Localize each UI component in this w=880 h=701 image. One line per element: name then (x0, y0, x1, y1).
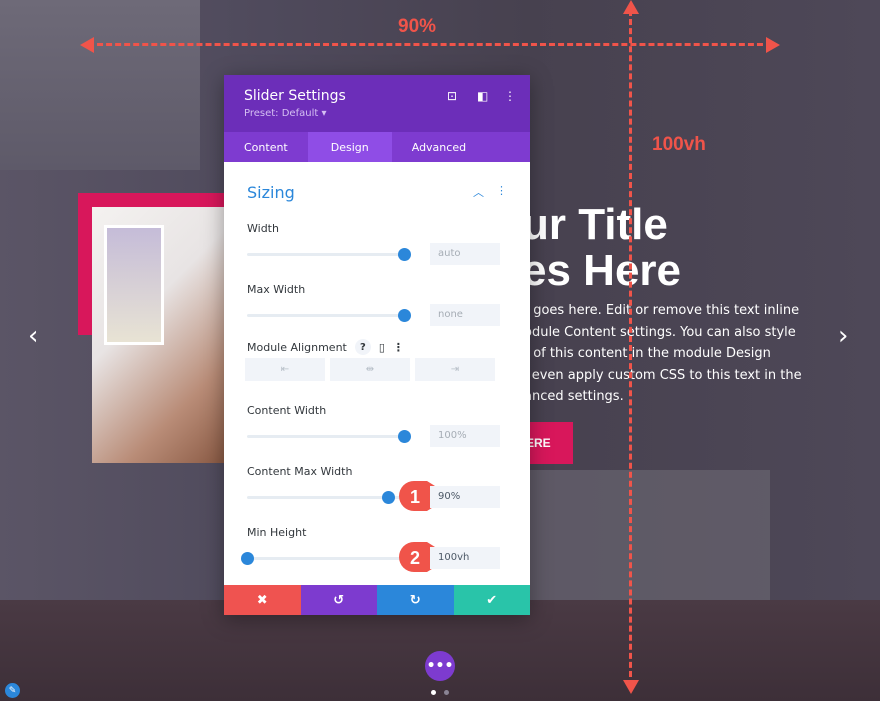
slide-image (92, 207, 224, 463)
cancel-button[interactable]: ✖ (224, 585, 301, 615)
slide-title: ur Title es Here (522, 200, 682, 295)
field-label: Content Width (247, 404, 327, 417)
value-input[interactable]: none (430, 304, 500, 326)
edit-icon[interactable]: ✎ (5, 683, 20, 698)
field-label: Width (247, 222, 279, 235)
field-label: Content Max Width (247, 465, 353, 478)
slider-handle[interactable] (398, 430, 411, 443)
pagination-dot-active[interactable] (431, 690, 436, 695)
more-options-icon[interactable]: ⋮ (504, 89, 516, 103)
width-dimension-label: 90% (398, 16, 437, 37)
redo-button[interactable]: ↻ (377, 585, 454, 615)
save-button[interactable]: ✔ (453, 585, 530, 615)
value-input[interactable]: auto (430, 243, 500, 265)
arrow-right-icon (766, 37, 780, 53)
align-center-button[interactable]: ⇹ (330, 358, 410, 381)
panel-title: Slider Settings (244, 88, 346, 104)
pagination-dot[interactable] (444, 690, 449, 695)
arrow-left-icon (80, 37, 94, 53)
tab-advanced[interactable]: Advanced (392, 132, 486, 162)
preset-dropdown[interactable]: Preset: Default ▾ (244, 108, 510, 119)
tab-content[interactable]: Content (224, 132, 308, 162)
slider-handle[interactable] (382, 491, 396, 504)
slider-field: auto (247, 236, 507, 283)
align-right-button[interactable]: ⇥ (415, 358, 495, 381)
height-dimension-label: 100vh (652, 134, 706, 155)
align-left-button[interactable]: ⇤ (245, 358, 325, 381)
slide-button[interactable]: ERE (524, 422, 573, 464)
width-dimension-line (88, 43, 772, 46)
tab-design[interactable]: Design (307, 132, 392, 162)
next-arrow-icon[interactable]: › (838, 322, 848, 350)
slider-track[interactable] (247, 314, 404, 317)
slider-settings-panel: Slider Settings Preset: Default ▾ ⊡ ◧ ⋮ … (224, 75, 530, 615)
more-actions-button[interactable]: ••• (425, 651, 455, 681)
slider-track[interactable] (247, 557, 404, 560)
slider-field: 1 90% (247, 479, 507, 526)
prev-arrow-icon[interactable]: ‹ (28, 322, 38, 350)
slide-body: t goes here. Edit or remove this text in… (524, 303, 802, 404)
slider-handle[interactable] (398, 309, 411, 322)
svg-text:1: 1 (410, 487, 420, 507)
slider-track[interactable] (247, 253, 404, 256)
slider-track[interactable] (247, 435, 404, 438)
value-input[interactable]: 100% (430, 425, 500, 447)
slider-field: 2 100vh (241, 540, 507, 587)
value-input[interactable]: 100vh (430, 547, 500, 569)
section-options-icon[interactable]: ⋮ (496, 184, 507, 200)
slider-track[interactable] (247, 496, 404, 499)
height-dimension-line (629, 10, 632, 686)
slider-field: none (247, 297, 507, 344)
panel-header: Slider Settings Preset: Default ▾ ⊡ ◧ ⋮ (224, 75, 530, 132)
arrow-up-icon (623, 0, 639, 14)
slider-handle[interactable] (398, 248, 411, 261)
field-label: Max Width (247, 283, 306, 296)
field-label: Min Height (247, 526, 307, 539)
svg-text:2: 2 (410, 548, 420, 568)
slider-field: 100% (247, 418, 507, 465)
collapse-icon[interactable]: ︿ (473, 184, 484, 200)
arrow-down-icon (623, 680, 639, 694)
undo-button[interactable]: ↺ (300, 585, 377, 615)
section-title[interactable]: Sizing (247, 183, 295, 202)
split-view-icon[interactable]: ◧ (477, 89, 488, 103)
fullscreen-icon[interactable]: ⊡ (447, 89, 457, 103)
value-input[interactable]: 90% (430, 486, 500, 508)
slider-handle[interactable] (241, 552, 254, 565)
